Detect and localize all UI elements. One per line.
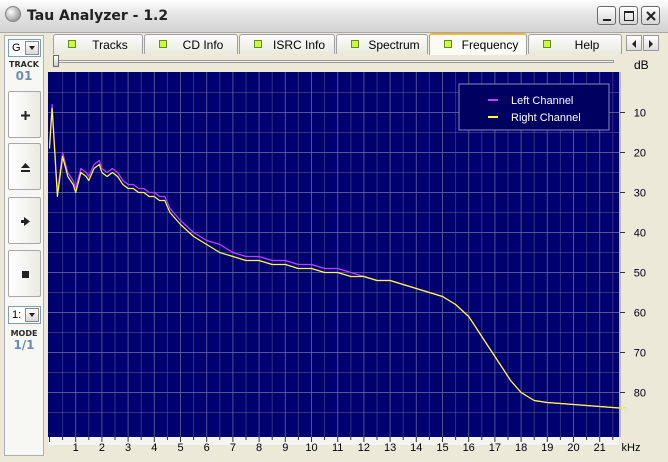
x-tick-label: 11 bbox=[332, 442, 343, 454]
x-tick-label: 12 bbox=[358, 442, 370, 454]
y-tick-label: 10 bbox=[634, 108, 646, 120]
y-tick-label: 60 bbox=[634, 308, 646, 320]
x-tick-label: 4 bbox=[151, 442, 157, 454]
x-tick-label: 3 bbox=[125, 442, 131, 454]
y-tick-label: 80 bbox=[634, 388, 646, 400]
y-tick-label: 20 bbox=[634, 148, 646, 160]
x-tick-label: 21 bbox=[594, 442, 606, 454]
x-tick-label: 15 bbox=[436, 442, 448, 454]
y-tick-label: 30 bbox=[634, 188, 646, 200]
frequency-chart: 1 2 3 4 5 6 7 8 9 10 11 12 13 14 15 16 17 18 19 20 21 kHz1020… bbox=[48, 72, 646, 454]
x-tick-label: 6 bbox=[204, 442, 210, 454]
x-tick-label: 2 bbox=[99, 442, 105, 454]
x-tick-label: 17 bbox=[489, 442, 501, 454]
x-tick-label: 16 bbox=[463, 442, 475, 454]
x-tick-label: 13 bbox=[384, 442, 396, 454]
y-tick-label: 40 bbox=[634, 228, 646, 240]
x-tick-label: 5 bbox=[177, 442, 183, 454]
x-tick-label: 10 bbox=[305, 442, 317, 454]
x-tick-label: 7 bbox=[230, 442, 236, 454]
legend-label: Right Channel bbox=[511, 112, 581, 124]
x-axis-label: kHz bbox=[622, 442, 641, 454]
x-tick-label: 1 bbox=[73, 442, 79, 454]
y-tick-label: 50 bbox=[634, 268, 646, 280]
x-tick-label: 20 bbox=[567, 442, 579, 454]
y-tick-label: 70 bbox=[634, 348, 646, 360]
legend-label: Left Channel bbox=[511, 95, 573, 107]
x-tick-label: 19 bbox=[541, 442, 553, 454]
x-tick-label: 8 bbox=[256, 442, 262, 454]
x-tick-label: 18 bbox=[515, 442, 527, 454]
app-window: Tau Analyzer - 1.2 Tracks CD Info ISRC I… bbox=[0, 0, 668, 462]
x-tick-label: 9 bbox=[282, 442, 288, 454]
x-tick-label: 14 bbox=[410, 442, 422, 454]
